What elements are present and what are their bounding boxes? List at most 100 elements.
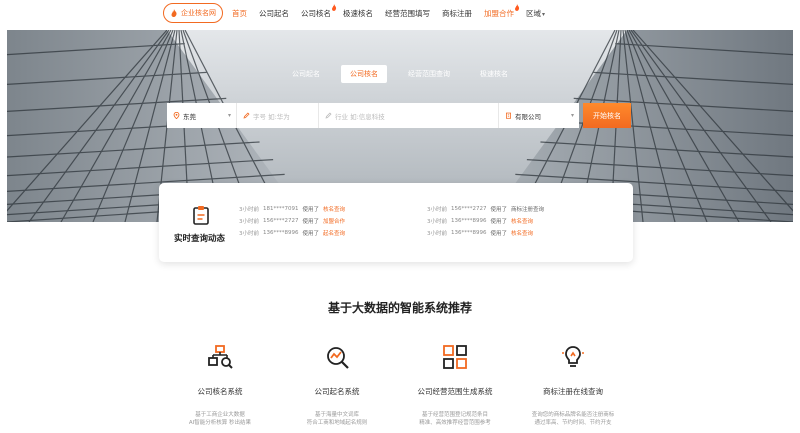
nav-item-label: 经营范围填写	[385, 8, 430, 18]
feature-desc-line: AI智能分析核算 秒出结果	[188, 420, 252, 426]
nav-item-label: 极速核名	[343, 8, 373, 18]
nav-item-label: 首页	[232, 8, 247, 18]
nav-item-1[interactable]: 公司起名	[259, 8, 289, 19]
nav-item-label: 公司起名	[259, 8, 289, 18]
company-type-select[interactable]: 有限公司 ▾	[499, 103, 579, 128]
feature-description: 基于经营范围登记规范条目 精准、高效推荐经营范围参考	[390, 411, 520, 427]
feature-desc-line: 基于经营范围登记规范条目	[421, 412, 488, 418]
city-value: 东莞	[183, 112, 196, 121]
search-form: 东莞 ▾ 字号 如:华为 行业 如:信息科技 有限公司 ▾ 开始核名	[167, 103, 631, 128]
nav-item-label: 公司核名	[301, 8, 331, 18]
feature-name: 公司经营范围生成系统	[417, 387, 493, 396]
realtime-list-right: 3小时前 156****2727 使用了 商标注册查询 3小时前 136****8996 使…	[427, 191, 617, 251]
pen-icon	[243, 112, 250, 119]
fade-mask	[427, 191, 617, 199]
realtime-used: 使用了	[490, 231, 508, 237]
fade-mask	[239, 191, 409, 199]
nav-item-4[interactable]: 经营范围填写	[385, 8, 430, 19]
industry-input[interactable]: 行业 如:信息科技	[319, 103, 499, 128]
feature-desc-line: 通过率高、节约时间、节约开支	[534, 420, 612, 426]
building-icon	[506, 112, 511, 119]
realtime-used: 使用了	[490, 207, 508, 213]
realtime-used: 使用了	[302, 231, 320, 237]
nav-item-2[interactable]: 公司核名	[301, 3, 337, 19]
nav-item-3[interactable]: 极速核名	[343, 8, 373, 19]
realtime-service: 商标注册查询	[511, 207, 545, 213]
feature-description: 查询您的商标品牌名能否注册商标 通过率高、节约时间、节约开支	[508, 411, 638, 427]
realtime-list-left: 3小时前 181****7091 使用了 核名查询 3小时前 156****2727 使用了…	[239, 191, 409, 251]
realtime-phone: 156****2727	[263, 218, 299, 224]
nav-item-0[interactable]: 首页	[232, 8, 247, 19]
nav-menu: 首页 公司起名 公司核名 极速核名 经营范围填写 商标注册 加盟合作 区域▾	[232, 0, 557, 26]
realtime-row: 3小时前 136****8996 使用了 核名查询	[427, 215, 617, 227]
top-navigation: 企业核名网 首页 公司起名 公司核名 极速核名 经营范围填写 商标注册 加盟合作 区域▾	[0, 0, 800, 30]
nav-item-6[interactable]: 加盟合作	[484, 3, 520, 19]
pen-icon	[325, 112, 332, 119]
realtime-service: 核名查询	[323, 207, 346, 213]
name-input[interactable]: 字号 如:华为	[237, 103, 319, 128]
realtime-time: 3小时前	[239, 219, 259, 225]
start-check-button[interactable]: 开始核名	[583, 103, 631, 128]
realtime-service: 核名查询	[511, 219, 534, 225]
chevron-down-icon: ▾	[227, 112, 231, 119]
hero-tab-2[interactable]: 经营范围查询	[399, 65, 459, 83]
nav-item-7[interactable]: 区域▾	[526, 8, 545, 19]
realtime-used: 使用了	[302, 219, 320, 225]
hero-tab-3[interactable]: 极速核名	[471, 65, 517, 83]
nav-item-label: 区域	[526, 8, 541, 18]
city-select[interactable]: 东莞 ▾	[167, 103, 237, 128]
fire-icon	[171, 9, 177, 17]
realtime-query-card: 实时查询动态 3小时前 181****7091 使用了 核名查询 3小时前 156****…	[159, 183, 633, 262]
feature-card[interactable]: 公司经营范围生成系统 基于经营范围登记规范条目 精准、高效推荐经营范围参考	[390, 344, 520, 427]
chevron-down-icon: ▾	[570, 112, 574, 119]
nav-item-5[interactable]: 商标注册	[442, 8, 472, 19]
clipboard-icon	[193, 206, 209, 225]
realtime-title: 实时查询动态	[174, 234, 226, 244]
realtime-used: 使用了	[490, 219, 508, 225]
company-type-value: 有限公司	[515, 112, 541, 121]
brand-label: 企业核名网	[181, 9, 216, 17]
feature-name: 公司起名系统	[314, 387, 360, 396]
realtime-row: 3小时前 156****2727 使用了 商标注册查询	[427, 203, 617, 215]
feature-card[interactable]: 商标注册在线查询查询您的商标品牌名能否注册商标 通过率高、节约时间、节约开支	[508, 344, 638, 427]
feature-desc-line: 查询您的商标品牌名能否注册商标	[531, 412, 615, 418]
hero-tab-0[interactable]: 公司起名	[283, 65, 329, 83]
realtime-used: 使用了	[302, 207, 320, 213]
hero-tab-bar: 公司起名 公司核名 经营范围查询 极速核名	[7, 65, 793, 83]
hero-tab-1[interactable]: 公司核名	[341, 65, 387, 83]
realtime-row: 3小时前 156****2727 使用了 加盟合作	[239, 215, 409, 227]
realtime-phone: 156****2727	[451, 206, 487, 212]
realtime-time: 3小时前	[427, 207, 447, 213]
feature-desc-line: 精准、高效推荐经营范围参考	[419, 420, 491, 426]
realtime-service: 核名查询	[511, 231, 534, 237]
location-pin-icon	[173, 112, 180, 119]
feature-card[interactable]: 公司起名系统 基于海量中文词库符合工商和地域起名规则	[272, 344, 402, 427]
realtime-time: 3小时前	[427, 231, 447, 237]
chevron-down-icon: ▾	[542, 10, 546, 18]
realtime-row: 3小时前 181****7091 使用了 核名查询	[239, 203, 409, 215]
nav-item-label: 加盟合作	[484, 8, 514, 18]
feature-desc-line: 基于工商企业大数据	[195, 412, 245, 418]
grid-arrow-icon	[443, 345, 467, 369]
feature-desc-line: 基于海量中文词库	[314, 412, 359, 418]
hot-fire-icon	[515, 3, 520, 11]
magnifier-chart-icon	[327, 347, 349, 369]
realtime-service: 加盟合作	[323, 219, 346, 225]
bulb-icon	[562, 346, 584, 367]
hot-fire-icon	[332, 3, 337, 11]
nav-item-label: 商标注册	[442, 8, 472, 18]
realtime-phone: 136****8996	[263, 230, 299, 236]
realtime-time: 3小时前	[427, 219, 447, 225]
brand-button[interactable]: 企业核名网	[163, 3, 223, 23]
realtime-time: 3小时前	[239, 231, 259, 237]
realtime-row: 3小时前 136****8996 使用了 起名查询	[239, 227, 409, 239]
feature-description: 基于工商企业大数据 AI智能分析核算 秒出结果	[155, 411, 285, 427]
industry-placeholder: 行业 如:信息科技	[335, 112, 385, 121]
realtime-phone: 136****8996	[451, 230, 487, 236]
section-title: 基于大数据的智能系统推荐	[327, 301, 472, 315]
realtime-phone: 181****7091	[263, 206, 299, 212]
realtime-phone: 136****8996	[451, 218, 487, 224]
feature-desc-line: 符合工商和地域起名规则	[306, 420, 368, 426]
feature-card[interactable]: 公司核名系统 基于工商企业大数据 AI智能分析核算 秒出结果	[155, 344, 285, 427]
feature-name: 商标注册在线查询	[543, 387, 603, 396]
